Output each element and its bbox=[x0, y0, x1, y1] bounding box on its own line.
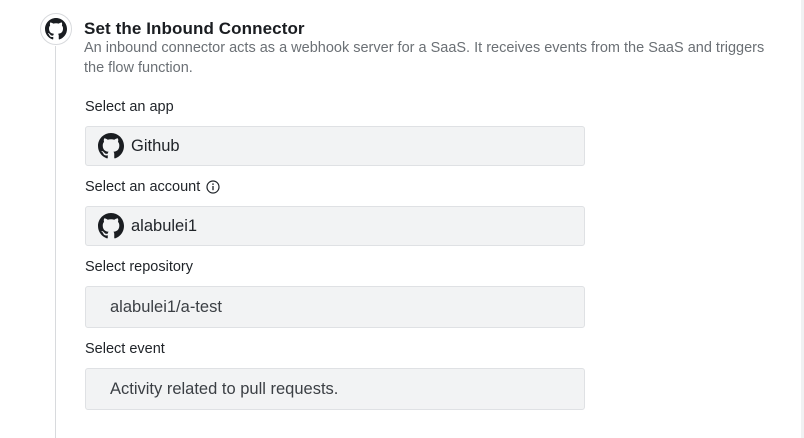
info-icon[interactable] bbox=[206, 180, 220, 194]
github-icon bbox=[98, 133, 124, 159]
app-select-value: Github bbox=[131, 136, 180, 155]
github-icon bbox=[98, 213, 124, 239]
inbound-connector-page: Set the Inbound Connector An inbound con… bbox=[0, 0, 804, 438]
event-label-text: Select event bbox=[85, 341, 165, 357]
account-select-value: alabulei1 bbox=[131, 216, 198, 235]
repository-field-label: Select repository bbox=[85, 259, 193, 275]
repository-select[interactable]: alabulei1/a-test bbox=[85, 286, 585, 328]
repository-label-text: Select repository bbox=[85, 259, 193, 275]
event-select-value: Activity related to pull requests. bbox=[110, 379, 339, 398]
event-field-label: Select event bbox=[85, 341, 165, 357]
app-select[interactable]: Github bbox=[85, 126, 585, 166]
step-timeline-line bbox=[55, 46, 56, 438]
step-title: Set the Inbound Connector bbox=[84, 19, 305, 38]
event-select[interactable]: Activity related to pull requests. bbox=[85, 368, 585, 410]
step-description: An inbound connector acts as a webhook s… bbox=[84, 40, 765, 76]
account-label-text: Select an account bbox=[85, 179, 201, 195]
app-field-label: Select an app bbox=[85, 99, 174, 115]
account-field-label: Select an account bbox=[85, 179, 220, 195]
github-icon bbox=[40, 13, 72, 45]
app-label-text: Select an app bbox=[85, 99, 174, 115]
repository-select-value: alabulei1/a-test bbox=[110, 297, 222, 316]
account-select[interactable]: alabulei1 bbox=[85, 206, 585, 246]
